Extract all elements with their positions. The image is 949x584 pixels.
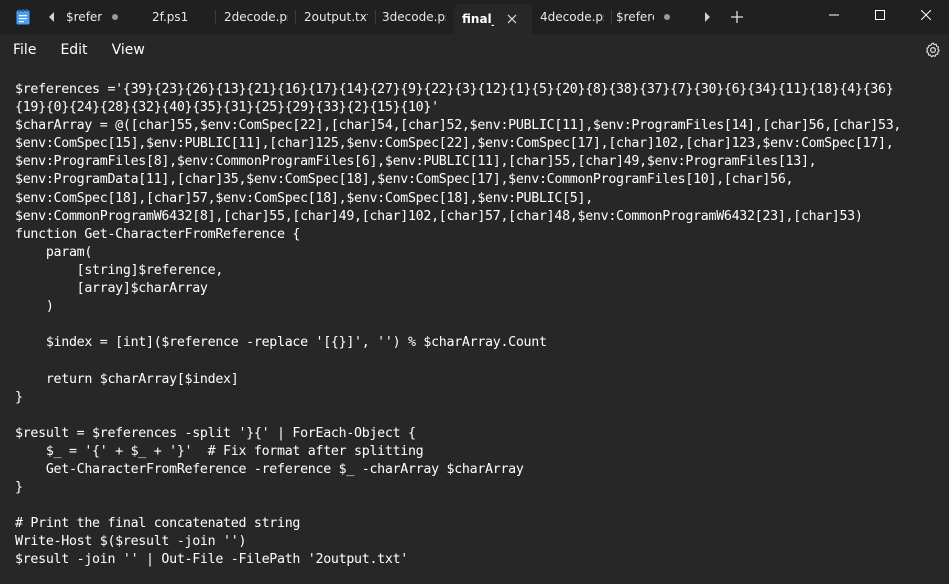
tab-2output-txt[interactable]: 2output.txt: [296, 0, 376, 34]
code-line: {19}{0}{24}{28}{32}{40}{35}{31}{25}{29}{…: [15, 100, 439, 116]
code-line: $env:CommonProgramW6432[8],[char]55,[cha…: [15, 208, 863, 224]
chevron-left-icon[interactable]: [40, 0, 64, 34]
text-editor[interactable]: $references ='{39}{23}{26}{13}{21}{16}{1…: [0, 66, 949, 584]
tab-label: 3decode.ps1: [382, 10, 446, 24]
code-line: }: [15, 389, 23, 405]
code-line: return $charArray[$index]: [15, 371, 239, 387]
unsaved-dot-icon: [664, 14, 670, 20]
tab-4decode-ps1[interactable]: 4decode.ps1: [532, 0, 612, 34]
tab-label: 4decode.ps1: [540, 10, 604, 24]
code-line: # Print the final concatenated string: [15, 516, 301, 532]
code-line: param(: [15, 244, 93, 260]
title-bar: $refere 2f.ps1 2decode.ps1 2output.txt 3…: [0, 0, 949, 34]
tab-3decode-ps1[interactable]: 3decode.ps1: [376, 0, 454, 34]
minimize-icon[interactable]: [811, 0, 857, 30]
tab-2f-ps1[interactable]: 2f.ps1: [136, 0, 216, 34]
chevron-right-icon[interactable]: [692, 0, 722, 34]
code-line: $env:ProgramFiles[8],$env:CommonProgramF…: [15, 154, 817, 170]
tab-strip: $refere 2f.ps1 2decode.ps1 2output.txt 3…: [64, 0, 692, 34]
unsaved-dot-icon: [112, 14, 118, 20]
plus-icon[interactable]: [722, 0, 752, 34]
code-content[interactable]: $references ='{39}{23}{26}{13}{21}{16}{1…: [15, 81, 901, 570]
tab-label: $refere: [616, 10, 654, 24]
notepad-icon: [16, 9, 30, 25]
code-line: $env:ComSpec[18],[char]57,$env:ComSpec[1…: [15, 190, 593, 206]
code-line: [string]$reference,: [15, 262, 224, 278]
code-line: $result -join '' | Out-File -FilePath '2…: [15, 552, 408, 568]
code-line: Get-CharacterFromReference -reference $_…: [15, 461, 524, 477]
code-line: Write-Host $($result -join ''): [15, 534, 247, 550]
tab-2decode-ps1[interactable]: 2decode.ps1: [216, 0, 296, 34]
code-line: $result = $references -split '}{' | ForE…: [15, 425, 416, 441]
code-line: $references ='{39}{23}{26}{13}{21}{16}{1…: [15, 82, 894, 97]
code-line: $index = [int]($reference -replace '[{}]…: [15, 335, 547, 351]
tab-refere-1[interactable]: $refere: [64, 0, 136, 34]
code-line: $charArray = @([char]55,$env:ComSpec[22]…: [15, 118, 902, 134]
tab-label: final_: [462, 12, 494, 26]
menu-bar: File Edit View: [0, 34, 949, 66]
code-line: ): [15, 299, 54, 315]
menu-view[interactable]: View: [100, 34, 157, 66]
close-icon[interactable]: [504, 11, 520, 27]
tab-label: 2decode.ps1: [224, 10, 288, 24]
menu-file[interactable]: File: [0, 34, 48, 66]
code-line: }: [15, 480, 23, 496]
window-close-icon[interactable]: [903, 0, 949, 30]
gear-icon[interactable]: [923, 40, 943, 60]
code-line: $_ = '{' + $_ + '}' # Fix format after s…: [15, 443, 424, 459]
code-line: function Get-CharacterFromReference {: [15, 226, 301, 242]
tab-final-active[interactable]: final_: [454, 4, 532, 34]
tab-refere-2[interactable]: $refere: [612, 0, 692, 34]
tab-label: 2output.txt: [304, 10, 368, 24]
code-line: [array]$charArray: [15, 281, 208, 297]
menu-edit[interactable]: Edit: [48, 34, 99, 66]
code-line: $env:ComSpec[15],$env:PUBLIC[11],[char]1…: [15, 136, 894, 152]
tab-label: 2f.ps1: [152, 10, 189, 24]
maximize-icon[interactable]: [857, 0, 903, 30]
tab-label: $refere: [66, 10, 102, 24]
window-controls: [811, 0, 949, 34]
code-line: $env:ProgramData[11],[char]35,$env:ComSp…: [15, 172, 794, 188]
